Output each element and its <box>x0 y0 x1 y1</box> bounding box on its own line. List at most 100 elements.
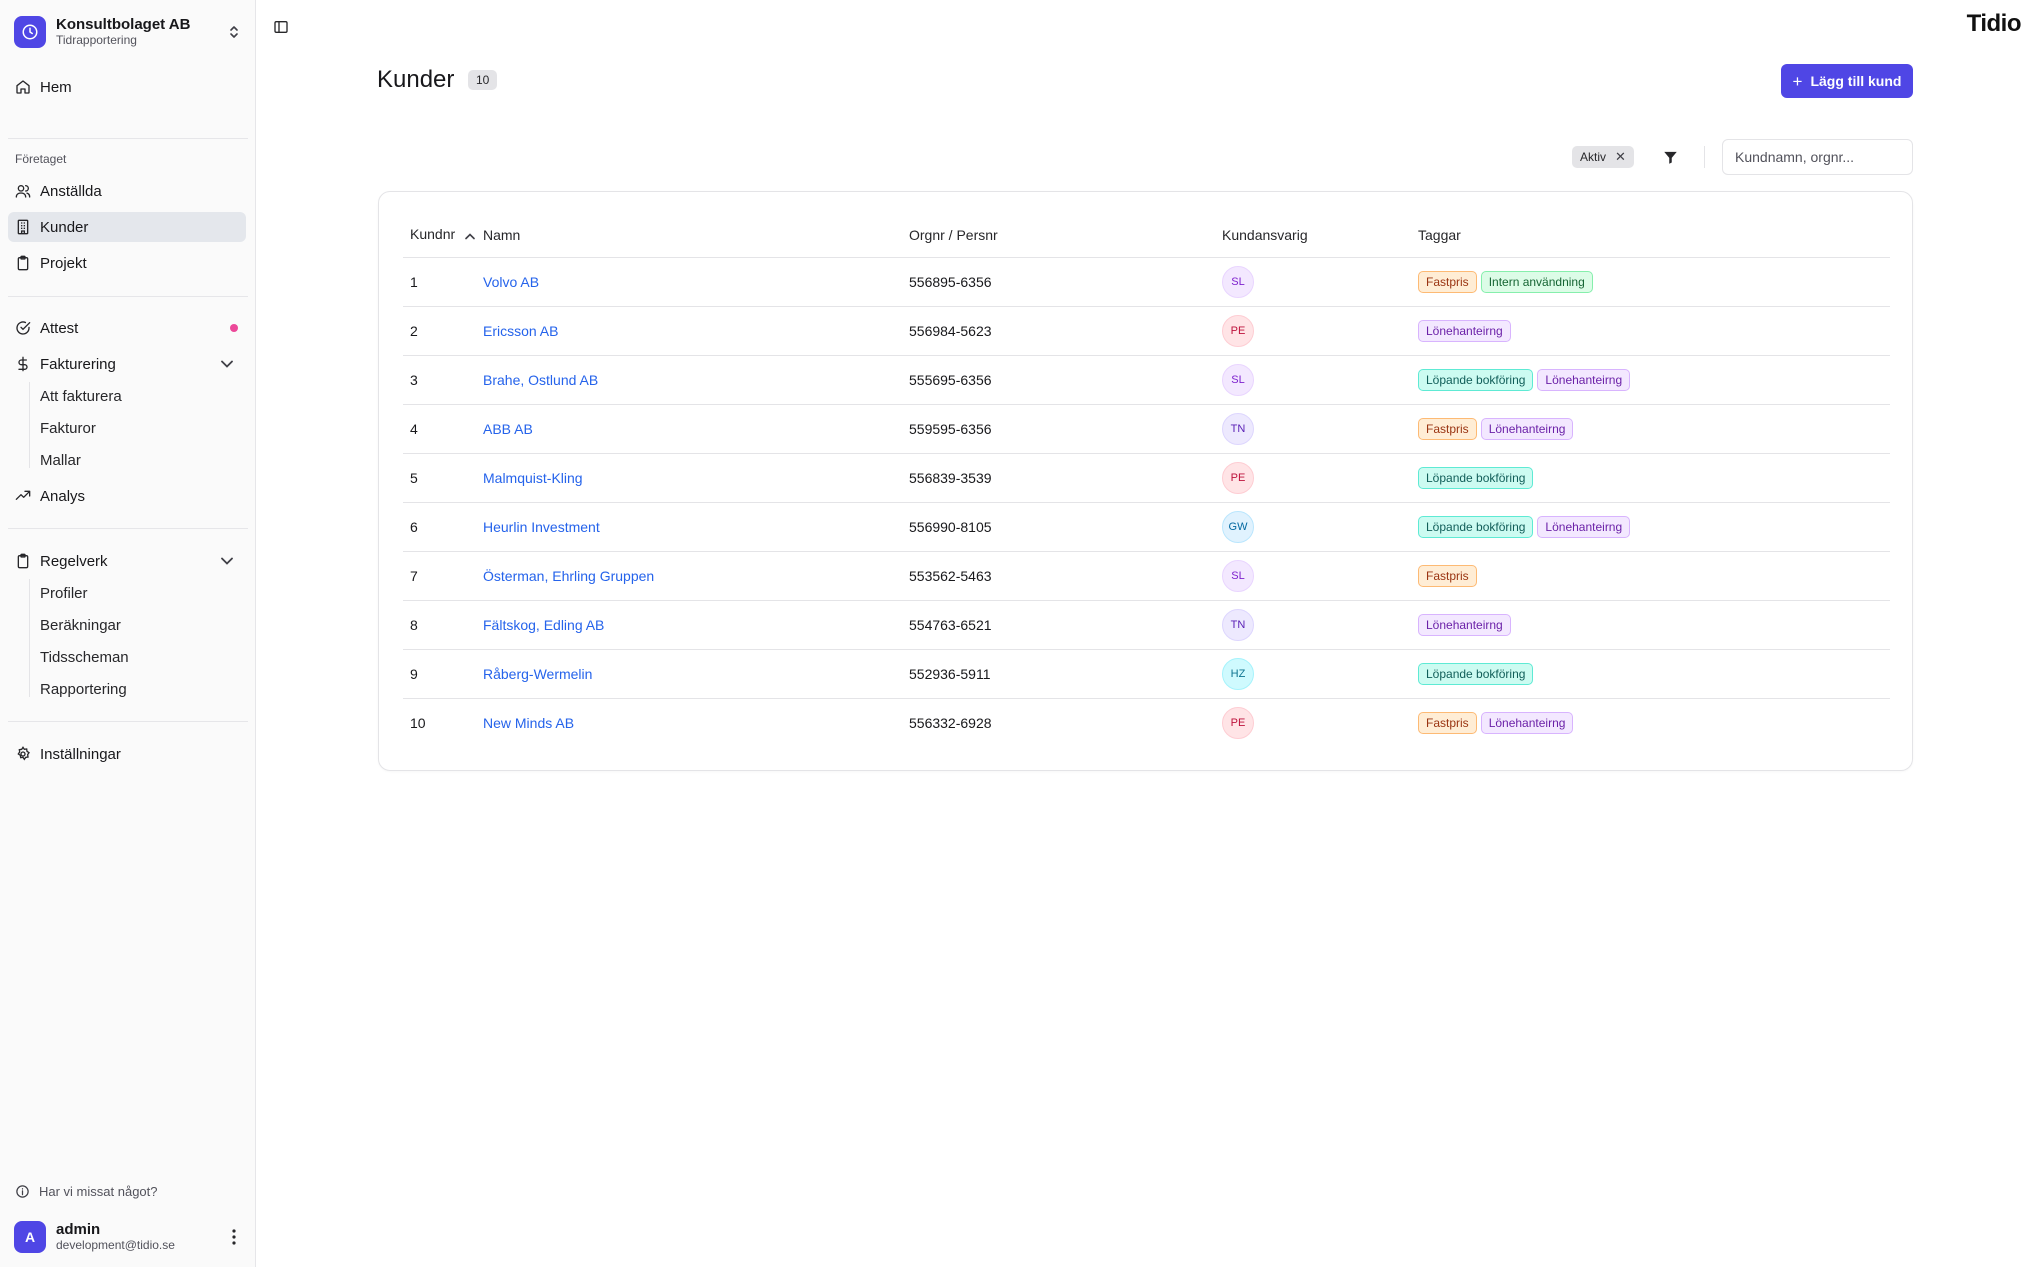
customer-link[interactable]: Brahe, Ostlund AB <box>483 372 598 388</box>
sidebar-subitem-reporting[interactable]: Rapportering <box>40 678 127 700</box>
sidebar-item-label: Projekt <box>40 254 87 272</box>
filter-chip-label: Aktiv <box>1580 150 1607 164</box>
column-header-responsible[interactable]: Kundansvarig <box>1222 213 1418 258</box>
tag-badge: Lönehanteirng <box>1480 417 1574 440</box>
cell-name: Ericsson AB <box>483 306 909 356</box>
sort-ascending-icon[interactable] <box>465 227 475 243</box>
table-row[interactable]: 4 ABB AB 559595-6356 TN Fastpris Lönehanteirn… <box>403 404 1890 454</box>
cell-tags: Fastpris Lönehanteirng <box>1418 698 1890 747</box>
sidebar-item-attest[interactable]: Attest <box>8 313 246 343</box>
sidebar-item-customers[interactable]: Kunder <box>8 212 246 242</box>
chevron-down-icon <box>219 356 235 372</box>
cell-tags: Fastpris <box>1418 551 1890 601</box>
column-header-orgnr[interactable]: Orgnr / Persnr <box>909 213 1222 258</box>
customers-card: Kundnr Namn Orgnr / Persnr Kundansvarig … <box>378 191 1913 771</box>
column-header-name[interactable]: Namn <box>483 213 909 258</box>
customer-link[interactable]: Fältskog, Edling AB <box>483 617 604 633</box>
help-link[interactable]: Har vi missat något? <box>15 1184 158 1199</box>
cell-name: Heurlin Investment <box>483 502 909 552</box>
customer-link[interactable]: ABB AB <box>483 421 533 437</box>
avatar: TN <box>1222 412 1254 445</box>
sidebar-toggle-icon[interactable] <box>272 18 290 36</box>
sidebar-item-employees[interactable]: Anställda <box>8 176 246 206</box>
gear-icon <box>15 746 31 762</box>
tag-badge: Lönehanteirng <box>1480 711 1574 734</box>
avatar: PE <box>1222 314 1254 347</box>
sidebar-subitem-profiles[interactable]: Profiler <box>40 582 88 604</box>
cell-tags: Fastpris Lönehanteirng <box>1418 404 1890 454</box>
customer-link[interactable]: New Minds AB <box>483 715 574 731</box>
customer-link[interactable]: Volvo AB <box>483 274 539 290</box>
cell-orgnr: 556895-6356 <box>909 257 1222 307</box>
column-header-kundnr[interactable]: Kundnr <box>403 213 483 258</box>
chevrons-up-down-icon <box>226 22 242 42</box>
page-title: Kunder <box>377 66 455 93</box>
cell-responsible: TN <box>1222 404 1418 454</box>
avatar: PE <box>1222 461 1254 494</box>
filter-icon[interactable] <box>1662 149 1678 165</box>
table-row[interactable]: 6 Heurlin Investment 556990-8105 GW Löpande … <box>403 502 1890 552</box>
filter-chip-active[interactable]: Aktiv ✕ <box>1572 146 1634 168</box>
sidebar-item-label: Hem <box>40 78 72 96</box>
close-icon[interactable]: ✕ <box>1615 149 1626 165</box>
sidebar-item-label: Attest <box>40 319 79 337</box>
cell-name: Brahe, Ostlund AB <box>483 355 909 405</box>
toolbar-divider <box>1704 146 1705 168</box>
cell-tags: Lönehanteirng <box>1418 600 1890 650</box>
sidebar-subitem-calculations[interactable]: Beräkningar <box>40 614 121 636</box>
building-icon <box>15 219 31 235</box>
sidebar-item-label: Inställningar <box>40 745 121 763</box>
sidebar-subitem-invoices[interactable]: Fakturor <box>40 417 96 439</box>
sidebar-subitem-templates[interactable]: Mallar <box>40 449 81 471</box>
table-header-row: Kundnr Namn Orgnr / Persnr Kundansvarig … <box>403 213 1890 258</box>
more-vertical-icon[interactable] <box>226 1227 242 1247</box>
sidebar-item-projects[interactable]: Projekt <box>8 248 246 278</box>
table-row[interactable]: 1 Volvo AB 556895-6356 SL Fastpris Intern anv… <box>403 257 1890 307</box>
org-switcher[interactable]: Konsultbolaget AB Tidrapportering <box>14 14 242 50</box>
table-row[interactable]: 3 Brahe, Ostlund AB 555695-6356 SL Löpande b… <box>403 355 1890 405</box>
cell-kundnr: 4 <box>403 404 483 454</box>
tag-badge: Fastpris <box>1418 417 1477 440</box>
table-row[interactable]: 2 Ericsson AB 556984-5623 PE Lönehanteirng <box>403 306 1890 356</box>
cell-kundnr: 2 <box>403 306 483 356</box>
sidebar-item-invoicing[interactable]: Fakturering <box>8 349 246 379</box>
user-menu[interactable]: A admin development@tidio.se <box>14 1220 242 1254</box>
customer-link[interactable]: Malmquist-Kling <box>483 470 583 486</box>
sidebar-subitem-to-invoice[interactable]: Att fakturera <box>40 385 122 407</box>
cell-name: New Minds AB <box>483 698 909 747</box>
table-row[interactable]: 5 Malmquist-Kling 556839-3539 PE Löpande bok… <box>403 453 1890 503</box>
sidebar-item-analysis[interactable]: Analys <box>8 481 246 511</box>
count-badge: 10 <box>468 70 498 90</box>
sidebar-divider <box>8 296 248 297</box>
sidebar-item-home[interactable]: Hem <box>8 72 246 102</box>
customer-link[interactable]: Österman, Ehrling Gruppen <box>483 568 654 584</box>
table-row[interactable]: 7 Österman, Ehrling Gruppen 553562-5463 SL F… <box>403 551 1890 601</box>
help-label: Har vi missat något? <box>39 1184 158 1199</box>
tag-badge: Löpande bokföring <box>1418 368 1534 391</box>
sidebar-item-settings[interactable]: Inställningar <box>8 739 246 769</box>
add-customer-button[interactable]: + Lägg till kund <box>1781 64 1913 98</box>
table-row[interactable]: 10 New Minds AB 556332-6928 PE Fastpris Löneh… <box>403 698 1890 747</box>
avatar: TN <box>1222 608 1254 641</box>
cell-kundnr: 6 <box>403 502 483 552</box>
customer-link[interactable]: Råberg-Wermelin <box>483 666 592 682</box>
cell-tags: Löpande bokföring <box>1418 453 1890 503</box>
cell-responsible: PE <box>1222 453 1418 503</box>
column-header-label: Kundnr <box>410 226 456 243</box>
sidebar-item-label: Regelverk <box>40 552 108 570</box>
cell-tags: Lönehanteirng <box>1418 306 1890 356</box>
home-icon <box>15 79 31 95</box>
cell-name: ABB AB <box>483 404 909 454</box>
sidebar-item-label: Kunder <box>40 218 89 236</box>
chevron-down-icon <box>219 553 235 569</box>
org-name: Konsultbolaget AB <box>56 16 191 34</box>
tag-badge: Löpande bokföring <box>1418 515 1534 538</box>
customer-link[interactable]: Heurlin Investment <box>483 519 600 535</box>
table-row[interactable]: 9 Råberg-Wermelin 552936-5911 HZ Löpande bok… <box>403 649 1890 699</box>
table-row[interactable]: 8 Fältskog, Edling AB 554763-6521 TN Lönehan… <box>403 600 1890 650</box>
sidebar: Konsultbolaget AB Tidrapportering Hem Fö… <box>0 0 256 1267</box>
search-input[interactable] <box>1722 139 1913 175</box>
sidebar-item-rules[interactable]: Regelverk <box>8 546 246 576</box>
sidebar-subitem-schedules[interactable]: Tidsscheman <box>40 646 129 668</box>
customer-link[interactable]: Ericsson AB <box>483 323 558 339</box>
